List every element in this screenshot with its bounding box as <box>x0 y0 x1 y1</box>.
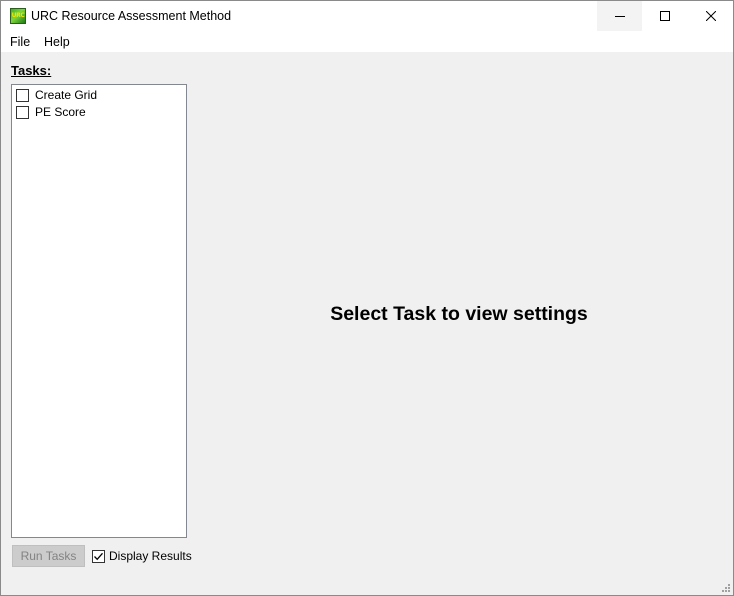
menu-help[interactable]: Help <box>44 35 70 49</box>
app-logo-text: URC <box>11 12 25 19</box>
close-button[interactable] <box>688 1 733 31</box>
display-results-option[interactable]: Display Results <box>92 548 192 564</box>
checkmark-icon <box>94 552 103 560</box>
menu-bar: File Help <box>1 31 733 52</box>
minimize-icon <box>614 16 625 17</box>
task-checkbox-create-grid[interactable] <box>16 88 29 102</box>
task-checkbox-pe-score[interactable] <box>16 105 29 119</box>
task-list[interactable]: Create Grid PE Score <box>11 84 187 538</box>
task-label: Create Grid <box>35 88 98 102</box>
maximize-icon <box>659 11 670 21</box>
display-results-checkbox[interactable] <box>92 549 105 563</box>
resize-grip-icon[interactable] <box>721 583 731 593</box>
maximize-button[interactable] <box>642 1 687 31</box>
tasks-heading: Tasks: <box>11 63 52 78</box>
app-window: URC URC Resource Assessment Method File … <box>0 0 734 596</box>
task-item-pe-score[interactable]: PE Score <box>16 104 86 120</box>
close-icon <box>705 11 716 21</box>
window-title: URC Resource Assessment Method <box>31 9 232 23</box>
display-results-label: Display Results <box>109 549 192 563</box>
minimize-button[interactable] <box>597 1 642 31</box>
app-logo-icon: URC <box>10 8 26 24</box>
task-label: PE Score <box>35 105 86 119</box>
title-bar[interactable]: URC URC Resource Assessment Method <box>1 1 733 31</box>
run-tasks-button[interactable]: Run Tasks <box>12 545 85 567</box>
task-item-create-grid[interactable]: Create Grid <box>16 87 97 103</box>
menu-file[interactable]: File <box>10 35 30 49</box>
settings-placeholder-message: Select Task to view settings <box>330 303 588 325</box>
